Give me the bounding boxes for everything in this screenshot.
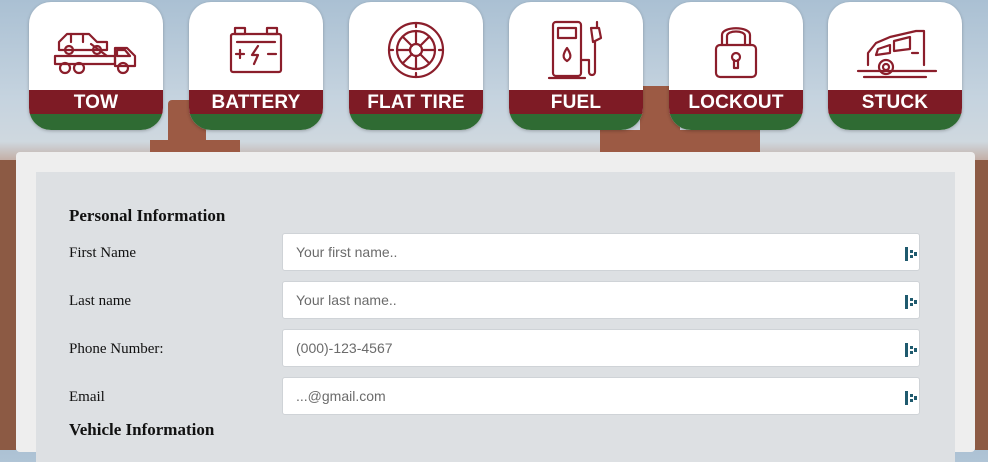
- tile-footer-stripe: [669, 114, 803, 130]
- tow-truck-icon: [29, 10, 163, 90]
- service-label: BATTERY: [189, 90, 323, 114]
- service-label: TOW: [29, 90, 163, 114]
- service-stuck-button[interactable]: STUCK: [828, 2, 962, 130]
- service-lockout-button[interactable]: LOCKOUT: [669, 2, 803, 130]
- service-tow-button[interactable]: TOW: [29, 2, 163, 130]
- tile-footer-stripe: [828, 114, 962, 130]
- battery-icon: [189, 10, 323, 90]
- request-form: Personal Information First Name Last nam…: [36, 172, 955, 462]
- last-name-field[interactable]: [282, 281, 920, 319]
- tile-footer-stripe: [29, 114, 163, 130]
- email-field[interactable]: [282, 377, 920, 415]
- service-fuel-button[interactable]: FUEL: [509, 2, 643, 130]
- personal-info-heading: Personal Information: [69, 206, 226, 225]
- phone-field[interactable]: [282, 329, 920, 367]
- service-flat-tire-button[interactable]: FLAT TIRE: [349, 2, 483, 130]
- service-battery-button[interactable]: BATTERY: [189, 2, 323, 130]
- first-name-label: First Name: [69, 245, 137, 261]
- tile-footer-stripe: [509, 114, 643, 130]
- stuck-car-icon: [828, 10, 962, 90]
- service-label: STUCK: [828, 90, 962, 114]
- password-manager-icon[interactable]: [905, 391, 917, 405]
- padlock-icon: [669, 10, 803, 90]
- service-label: FUEL: [509, 90, 643, 114]
- password-manager-icon[interactable]: [905, 343, 917, 357]
- request-form-card: Personal Information First Name Last nam…: [16, 152, 975, 462]
- tire-icon: [349, 10, 483, 90]
- service-label: FLAT TIRE: [349, 90, 483, 114]
- password-manager-icon[interactable]: [905, 295, 917, 309]
- tile-footer-stripe: [189, 114, 323, 130]
- email-label: Email: [69, 389, 105, 405]
- service-label: LOCKOUT: [669, 90, 803, 114]
- service-buttons-row: TOW BATTERY FLAT TIRE FUEL LOCKOUT STUCK: [0, 2, 988, 132]
- vehicle-info-heading: Vehicle Information: [69, 420, 215, 439]
- fuel-pump-icon: [509, 10, 643, 90]
- first-name-field[interactable]: [282, 233, 920, 271]
- phone-label: Phone Number:: [69, 341, 164, 357]
- tile-footer-stripe: [349, 114, 483, 130]
- last-name-label: Last name: [69, 293, 132, 309]
- password-manager-icon[interactable]: [905, 247, 917, 261]
